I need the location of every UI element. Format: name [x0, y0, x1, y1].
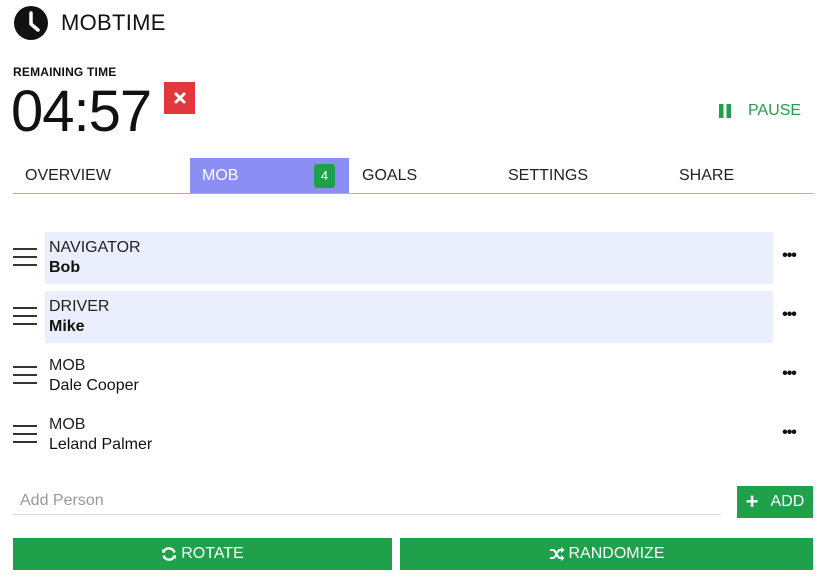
- add-person-input[interactable]: [13, 488, 721, 515]
- randomize-button[interactable]: RANDOMIZE: [400, 538, 813, 570]
- person-card: DRIVER Mike: [45, 291, 773, 343]
- drag-handle-icon[interactable]: [13, 366, 37, 386]
- close-icon: [174, 92, 185, 104]
- app-title: MOBTIME: [61, 10, 166, 35]
- rotate-label: ROTATE: [181, 545, 244, 562]
- drag-handle-icon[interactable]: [13, 248, 37, 268]
- person-role: DRIVER: [49, 298, 110, 315]
- person-card: NAVIGATOR Bob: [45, 232, 773, 284]
- pause-icon: [718, 104, 732, 118]
- person-name: Bob: [49, 259, 81, 276]
- mob-count-badge: 4: [314, 164, 335, 188]
- clock-icon: [13, 5, 49, 41]
- person-name: Mike: [49, 318, 85, 335]
- remaining-time-label: REMAINING TIME: [13, 65, 117, 79]
- tab-share[interactable]: SHARE: [679, 158, 734, 193]
- person-role: NAVIGATOR: [49, 239, 141, 256]
- person-name: Dale Cooper: [49, 377, 139, 394]
- rotate-icon: [161, 546, 177, 562]
- tab-bar: OVERVIEW MOB 4 GOALS SETTINGS SHARE: [13, 158, 813, 194]
- person-name: Leland Palmer: [49, 436, 153, 453]
- pause-label: PAUSE: [748, 102, 802, 119]
- tab-mob[interactable]: MOB 4: [190, 158, 349, 193]
- mob-row: DRIVER Mike •••: [13, 291, 813, 343]
- mob-row: MOB Dale Cooper •••: [13, 350, 813, 402]
- more-options-icon[interactable]: •••: [779, 425, 799, 443]
- add-person-button[interactable]: + ADD: [737, 486, 813, 518]
- plus-icon: +: [745, 489, 759, 514]
- pause-button[interactable]: PAUSE: [718, 98, 801, 124]
- randomize-label: RANDOMIZE: [568, 545, 665, 562]
- tab-goals[interactable]: GOALS: [362, 158, 417, 193]
- drag-handle-icon[interactable]: [13, 307, 37, 327]
- mob-row: MOB Leland Palmer •••: [13, 409, 813, 461]
- add-button-label: ADD: [770, 493, 805, 510]
- tab-mob-label: MOB: [202, 167, 239, 184]
- clear-timer-button[interactable]: [164, 82, 195, 114]
- person-card: MOB Leland Palmer: [45, 409, 773, 461]
- person-role: MOB: [49, 416, 86, 433]
- tab-settings[interactable]: SETTINGS: [508, 158, 588, 193]
- timer-display: 04:57: [11, 79, 152, 144]
- more-options-icon[interactable]: •••: [779, 248, 799, 266]
- shuffle-icon: [549, 546, 565, 562]
- more-options-icon[interactable]: •••: [779, 366, 799, 384]
- more-options-icon[interactable]: •••: [779, 307, 799, 325]
- app-header: MOBTIME: [13, 5, 166, 41]
- mob-row: NAVIGATOR Bob •••: [13, 232, 813, 284]
- rotate-button[interactable]: ROTATE: [13, 538, 392, 570]
- tab-overview[interactable]: OVERVIEW: [25, 158, 111, 193]
- person-role: MOB: [49, 357, 86, 374]
- drag-handle-icon[interactable]: [13, 425, 37, 445]
- person-card: MOB Dale Cooper: [45, 350, 773, 402]
